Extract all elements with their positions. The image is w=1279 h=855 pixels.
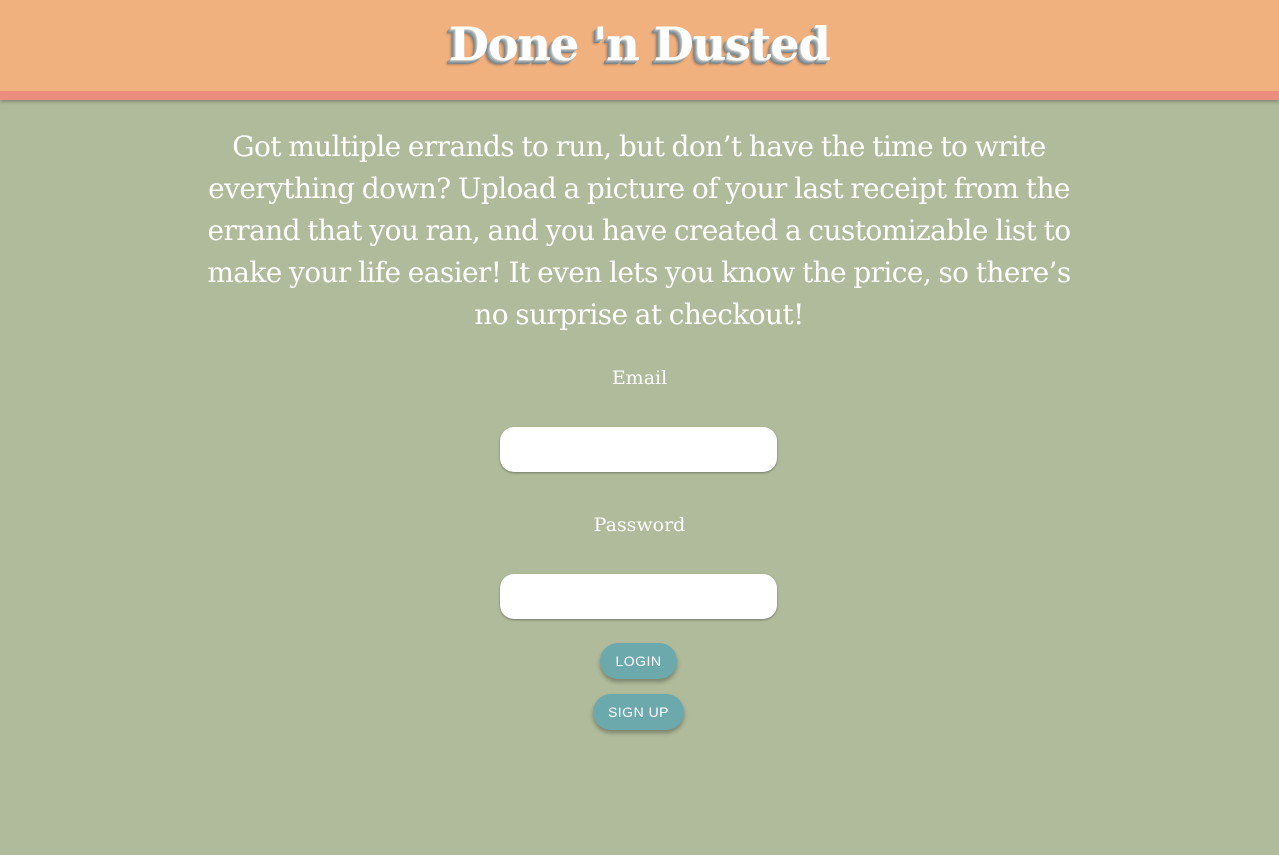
login-button[interactable]: Login <box>600 643 677 679</box>
app-title: Done 'n Dusted <box>449 17 831 71</box>
email-field[interactable] <box>500 427 777 472</box>
sign-up-button[interactable]: Sign Up <box>593 694 684 730</box>
intro-description: Got multiple errands to run, but don’t h… <box>207 130 1071 331</box>
password-label: Password <box>593 514 686 536</box>
email-label: Email <box>611 367 668 389</box>
password-field[interactable] <box>500 574 777 619</box>
site-header: Done 'n Dusted <box>0 0 1279 100</box>
